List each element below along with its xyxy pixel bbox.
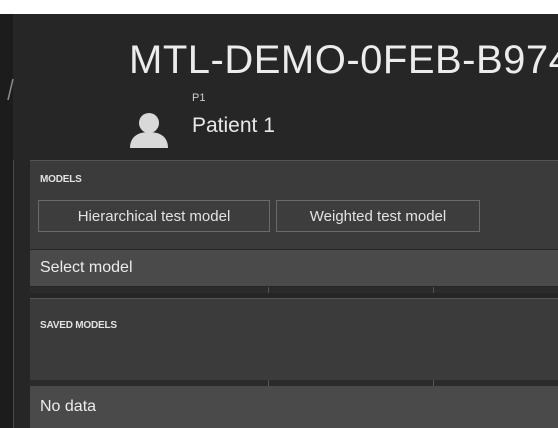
select-model-row[interactable]: Select model — [30, 250, 558, 286]
left-gutter — [0, 14, 13, 428]
patient-name: Patient 1 — [192, 114, 275, 137]
app-window: MTL-DEMO-0FEB-B974 P1 Patient 1 MODELS H… — [0, 0, 558, 428]
patient-id: P1 — [192, 92, 206, 104]
hierarchical-model-button[interactable]: Hierarchical test model — [38, 200, 270, 232]
no-data-row: No data — [30, 386, 558, 428]
top-bar — [0, 0, 558, 14]
page-title: MTL-DEMO-0FEB-B974 — [129, 38, 558, 82]
saved-models-panel: SAVED MODELS — [30, 298, 558, 385]
models-panel: MODELS Hierarchical test model Weighted … — [30, 160, 558, 249]
section-divider — [30, 287, 558, 293]
models-section-label: MODELS — [40, 174, 82, 185]
left-divider — [13, 160, 14, 428]
user-icon — [130, 113, 168, 148]
divider-tick — [268, 287, 269, 293]
chevron-left-icon[interactable] — [6, 78, 14, 102]
weighted-model-button[interactable]: Weighted test model — [276, 200, 480, 232]
divider-tick — [433, 287, 434, 293]
saved-models-section-label: SAVED MODELS — [40, 320, 117, 331]
